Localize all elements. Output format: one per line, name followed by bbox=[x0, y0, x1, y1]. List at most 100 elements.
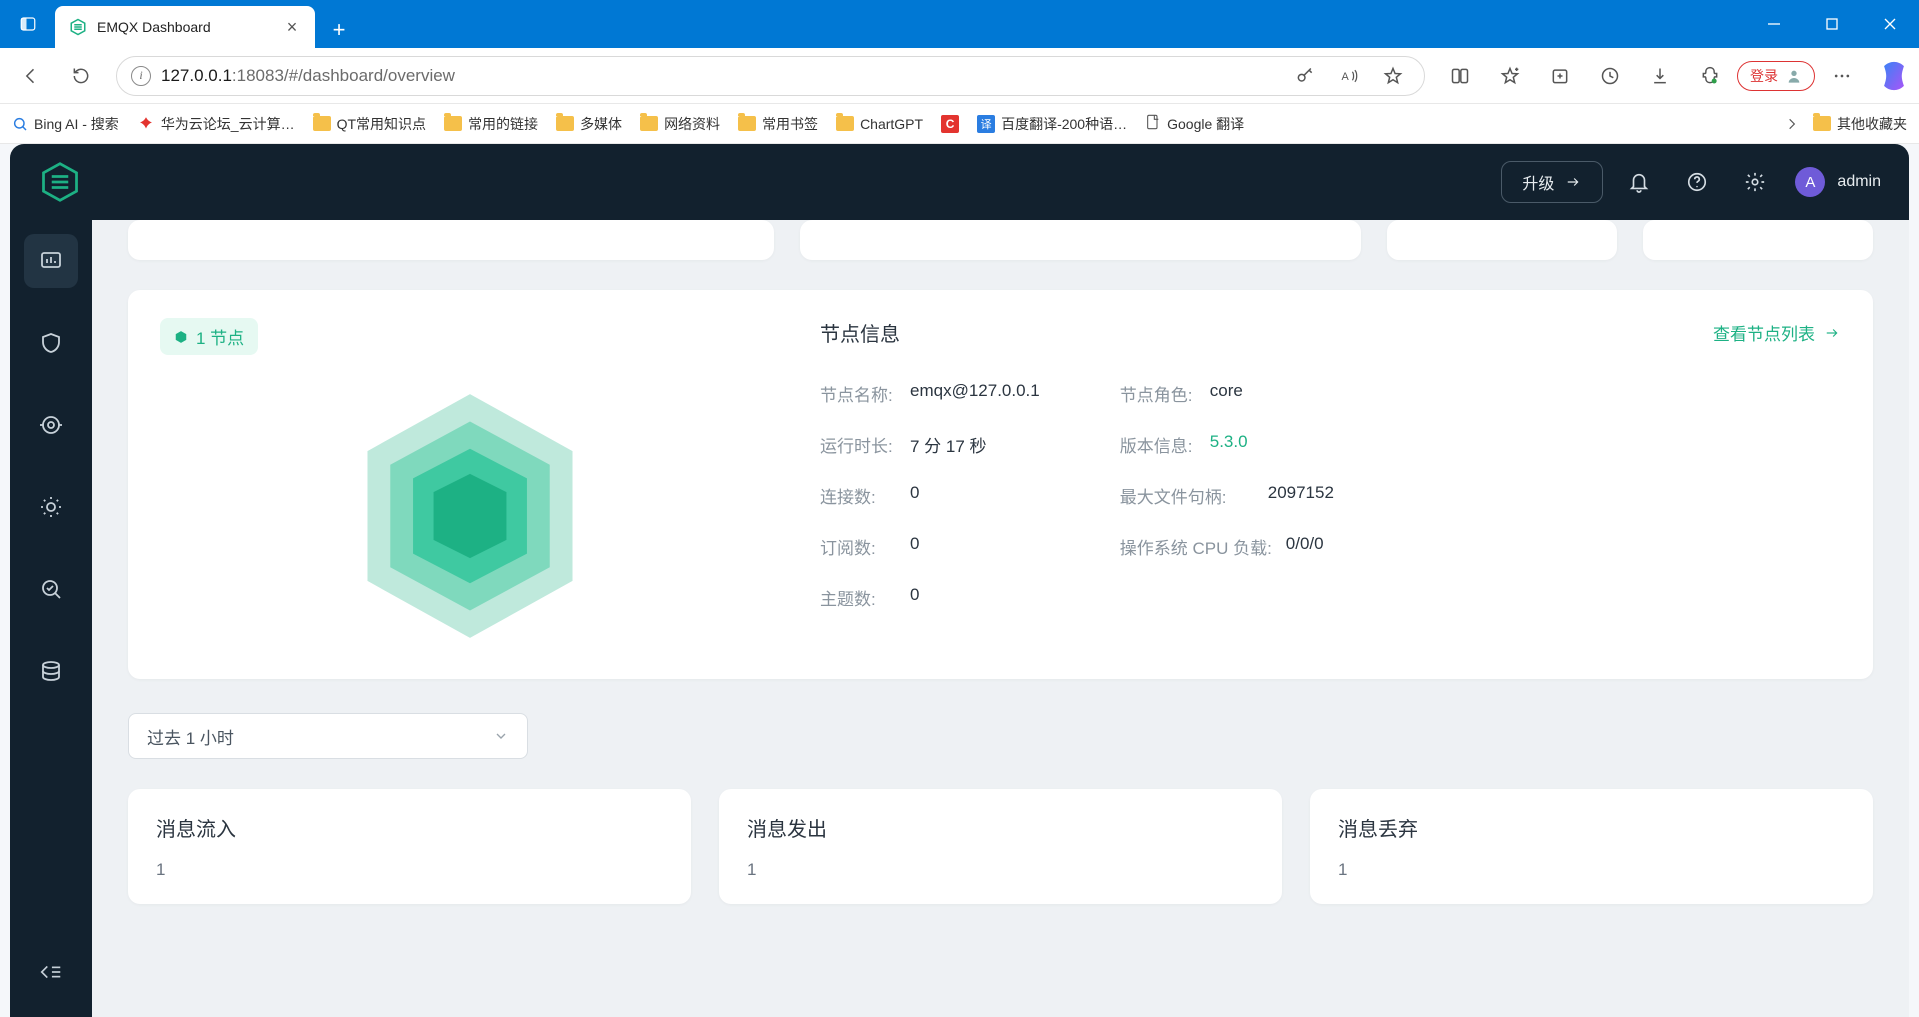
extensions-icon[interactable] bbox=[1687, 53, 1733, 99]
site-info-icon[interactable]: i bbox=[131, 66, 151, 86]
kv-uptime: 运行时长:7 分 17 秒 bbox=[820, 432, 1040, 457]
settings-icon[interactable] bbox=[1733, 160, 1777, 204]
read-aloud-icon[interactable]: A bbox=[1332, 59, 1366, 93]
sidebar-rules[interactable] bbox=[24, 480, 78, 534]
huawei-icon bbox=[137, 115, 155, 133]
sidebar-collapse[interactable] bbox=[24, 945, 78, 999]
time-range-select[interactable]: 过去 1 小时 bbox=[128, 713, 528, 759]
back-button[interactable] bbox=[8, 53, 54, 99]
metric-card-in: 消息流入 1 bbox=[128, 789, 691, 904]
emqx-logo-icon[interactable] bbox=[38, 160, 82, 204]
time-range-label: 过去 1 小时 bbox=[147, 724, 234, 749]
address-bar[interactable]: i 127.0.0.1:18083/#/dashboard/overview A bbox=[116, 56, 1425, 96]
metric-title: 消息发出 bbox=[747, 813, 1254, 842]
tab-actions-icon[interactable] bbox=[0, 0, 55, 48]
collections-icon[interactable] bbox=[1537, 53, 1583, 99]
arrow-right-icon bbox=[1564, 175, 1582, 189]
folder-icon bbox=[313, 116, 331, 131]
upgrade-button[interactable]: 升级 bbox=[1501, 161, 1603, 203]
main-content: 1 节点 节点信息 查看节 bbox=[92, 220, 1909, 1017]
bookmark-other[interactable]: 其他收藏夹 bbox=[1813, 114, 1907, 134]
c-icon: C bbox=[941, 115, 959, 133]
metric-value: 1 bbox=[747, 860, 1254, 880]
history-icon[interactable] bbox=[1587, 53, 1633, 99]
tab-close-icon[interactable]: × bbox=[283, 18, 301, 36]
favorite-star-icon[interactable] bbox=[1376, 59, 1410, 93]
kv-cpu-load: 操作系统 CPU 负载:0/0/0 bbox=[1120, 534, 1334, 559]
maximize-button[interactable] bbox=[1803, 0, 1861, 48]
stat-card bbox=[800, 220, 1361, 260]
password-key-icon[interactable] bbox=[1288, 59, 1322, 93]
node-info-title: 节点信息 bbox=[820, 318, 900, 347]
sidebar-security[interactable] bbox=[24, 316, 78, 370]
bookmark-bm[interactable]: 常用书签 bbox=[738, 114, 818, 134]
metric-value: 1 bbox=[1338, 860, 1845, 880]
hexagon-icon bbox=[174, 330, 188, 344]
upgrade-label: 升级 bbox=[1522, 170, 1554, 194]
profile-icon bbox=[1786, 68, 1802, 84]
sidebar-connections[interactable] bbox=[24, 398, 78, 452]
browser-tab[interactable]: EMQX Dashboard × bbox=[55, 6, 315, 48]
bookmark-c[interactable]: C bbox=[941, 115, 959, 133]
close-window-button[interactable] bbox=[1861, 0, 1919, 48]
stat-card bbox=[128, 220, 774, 260]
sidebar-dashboard[interactable] bbox=[24, 234, 78, 288]
bell-icon[interactable] bbox=[1617, 160, 1661, 204]
login-button[interactable]: 登录 bbox=[1737, 61, 1815, 91]
sidebar-diagnose[interactable] bbox=[24, 562, 78, 616]
folder-icon bbox=[1813, 116, 1831, 131]
refresh-button[interactable] bbox=[58, 53, 104, 99]
sidebar-cluster[interactable] bbox=[24, 644, 78, 698]
copilot-icon[interactable] bbox=[1877, 59, 1911, 93]
node-graphic bbox=[160, 385, 780, 647]
new-tab-button[interactable]: + bbox=[321, 12, 357, 48]
bookmark-baidu[interactable]: 译百度翻译-200种语… bbox=[977, 114, 1127, 134]
help-icon[interactable] bbox=[1675, 160, 1719, 204]
downloads-icon[interactable] bbox=[1637, 53, 1683, 99]
favorites-icon[interactable] bbox=[1487, 53, 1533, 99]
username-label: admin bbox=[1837, 173, 1881, 191]
minimize-button[interactable] bbox=[1745, 0, 1803, 48]
metric-value: 1 bbox=[156, 860, 663, 880]
kv-connections: 连接数:0 bbox=[820, 483, 1040, 508]
view-node-list-link[interactable]: 查看节点列表 bbox=[1713, 320, 1841, 345]
more-menu-icon[interactable] bbox=[1819, 53, 1865, 99]
sidebar bbox=[10, 220, 92, 1017]
translate-icon: 译 bbox=[977, 115, 995, 133]
bookmark-bing[interactable]: Bing AI - 搜索 bbox=[12, 114, 119, 134]
bookmarks-bar: Bing AI - 搜索 华为云论坛_云计算… QT常用知识点 常用的链接 多媒… bbox=[0, 104, 1919, 144]
app-topbar: 升级 A admin bbox=[10, 144, 1909, 220]
bookmarks-overflow[interactable] bbox=[1785, 117, 1799, 131]
node-hexagon-icon bbox=[355, 385, 585, 647]
stat-card bbox=[1643, 220, 1873, 260]
kv-topics: 主题数:0 bbox=[820, 585, 1040, 610]
split-screen-icon[interactable] bbox=[1437, 53, 1483, 99]
metric-card-drop: 消息丢弃 1 bbox=[1310, 789, 1873, 904]
url-text: 127.0.0.1:18083/#/dashboard/overview bbox=[161, 66, 1278, 86]
window-controls bbox=[1745, 0, 1919, 48]
metric-title: 消息流入 bbox=[156, 813, 663, 842]
bookmark-net[interactable]: 网络资料 bbox=[640, 114, 720, 134]
tab-favicon-icon bbox=[69, 18, 87, 36]
node-info-card: 1 节点 节点信息 查看节 bbox=[128, 290, 1873, 679]
bookmark-media[interactable]: 多媒体 bbox=[556, 114, 622, 134]
kv-subscriptions: 订阅数:0 bbox=[820, 534, 1040, 559]
browser-toolbar: i 127.0.0.1:18083/#/dashboard/overview A… bbox=[0, 48, 1919, 104]
bookmark-qt[interactable]: QT常用知识点 bbox=[313, 114, 426, 134]
page-icon bbox=[1145, 113, 1161, 134]
bookmark-chartgpt[interactable]: ChartGPT bbox=[836, 116, 923, 132]
bookmark-huawei[interactable]: 华为云论坛_云计算… bbox=[137, 114, 295, 134]
bookmark-google[interactable]: Google 翻译 bbox=[1145, 113, 1244, 134]
tab-title: EMQX Dashboard bbox=[97, 19, 273, 35]
node-count-badge: 1 节点 bbox=[160, 318, 258, 355]
folder-icon bbox=[556, 116, 574, 131]
app-viewport: 升级 A admin bbox=[0, 144, 1919, 1017]
folder-icon bbox=[444, 116, 462, 131]
kv-role: 节点角色:core bbox=[1120, 381, 1334, 406]
tabstrip: EMQX Dashboard × + bbox=[55, 0, 1745, 48]
metrics-row: 消息流入 1 消息发出 1 消息丢弃 1 bbox=[128, 789, 1873, 904]
folder-icon bbox=[738, 116, 756, 131]
user-avatar[interactable]: A bbox=[1795, 167, 1825, 197]
bookmark-links[interactable]: 常用的链接 bbox=[444, 114, 538, 134]
bing-icon bbox=[12, 116, 28, 132]
